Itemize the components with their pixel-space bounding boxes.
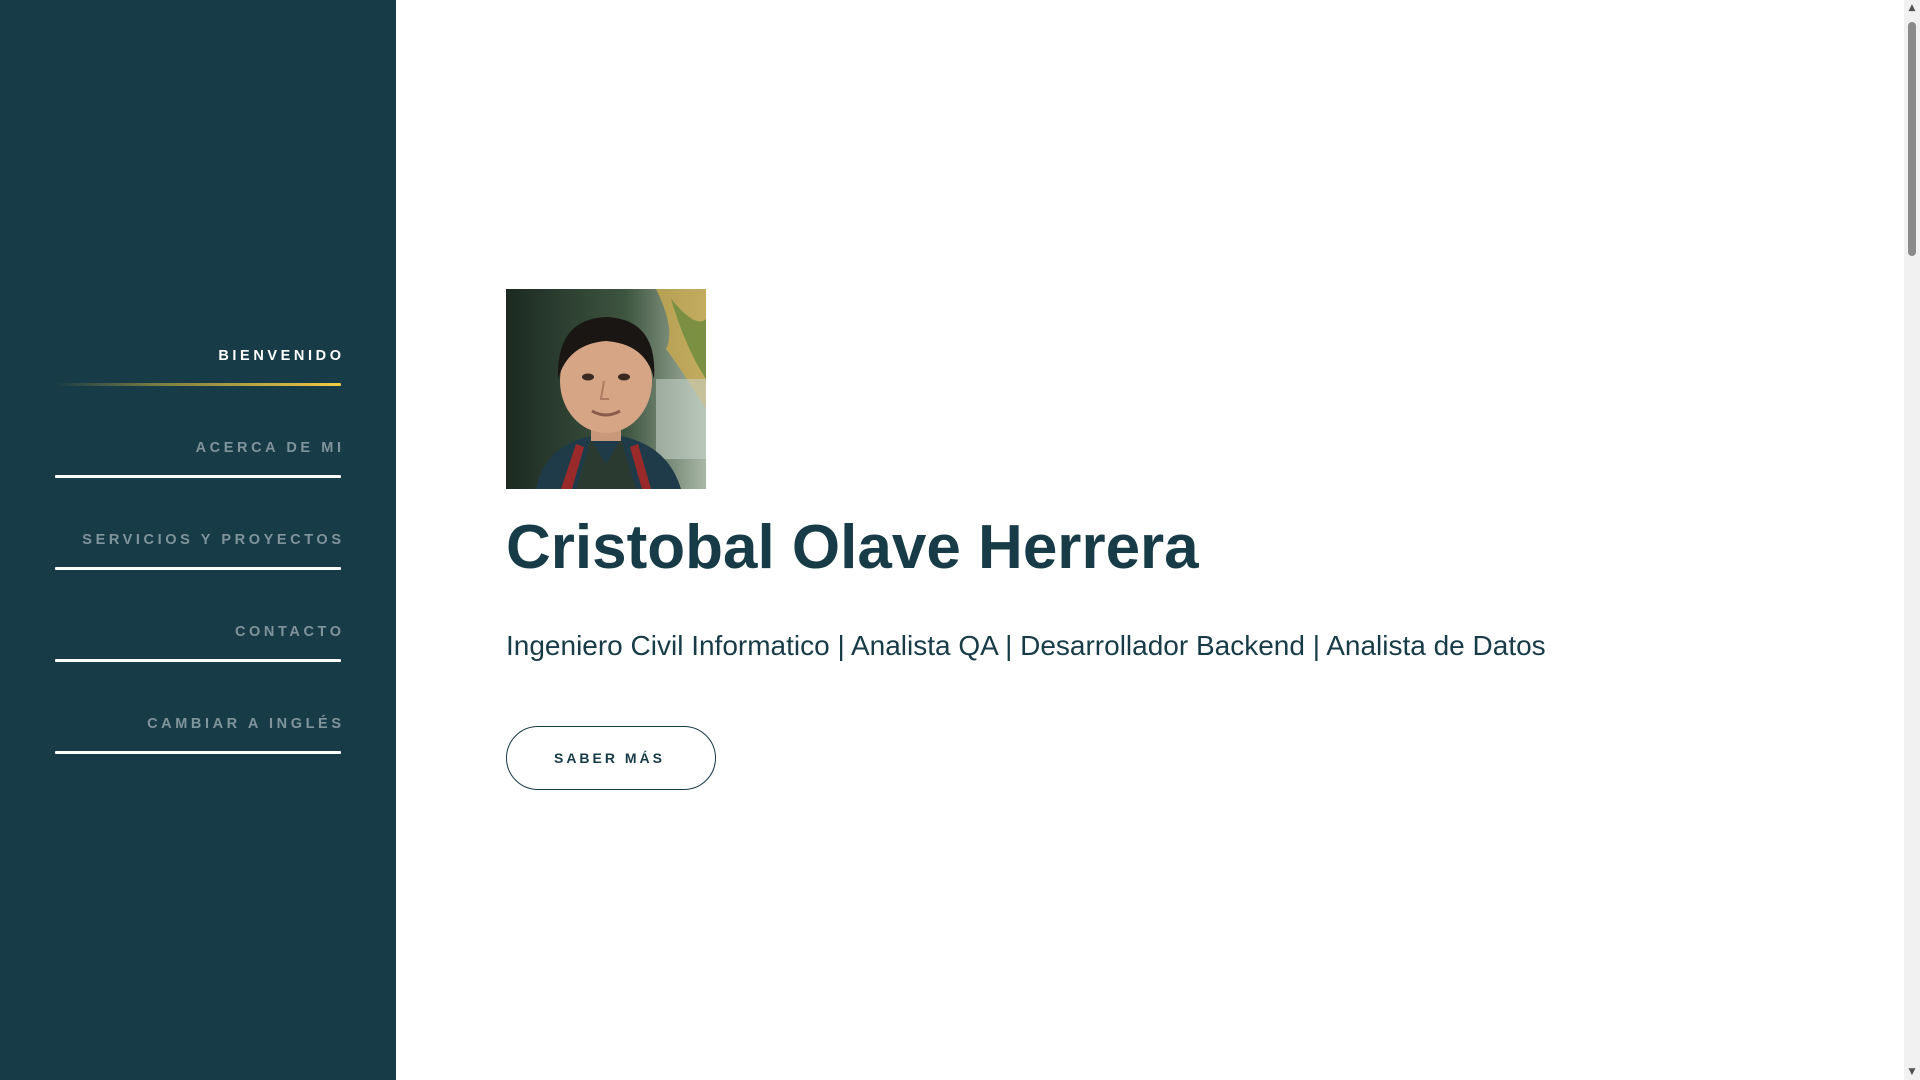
sidebar-item-contacto[interactable]: CONTACTO xyxy=(55,602,341,694)
scroll-down-arrow-icon[interactable]: ▼ xyxy=(1904,1064,1920,1080)
scrollbar-thumb[interactable] xyxy=(1908,22,1916,256)
sidebar-item-label: CAMBIAR A INGLÉS xyxy=(147,716,345,732)
sidebar-item-label: ACERCA DE MI xyxy=(195,440,345,456)
sidebar-item-label: SERVICIOS Y PROYECTOS xyxy=(82,532,345,548)
item-underline xyxy=(55,659,341,662)
sidebar-item-acerca-de-mi[interactable]: ACERCA DE MI xyxy=(55,418,341,510)
sidebar-item-label: CONTACTO xyxy=(234,624,345,640)
scroll-up-arrow-icon[interactable]: ▲ xyxy=(1904,0,1920,16)
vertical-scrollbar[interactable]: ▲ ▼ xyxy=(1904,0,1920,1080)
sidebar-item-label: BIENVENIDO xyxy=(218,348,345,364)
sidebar-nav: BIENVENIDO ACERCA DE MI SERVICIOS Y PROY… xyxy=(55,326,341,786)
sidebar-item-cambiar-idioma[interactable]: CAMBIAR A INGLÉS xyxy=(55,694,341,786)
sidebar-item-servicios-y-proyectos[interactable]: SERVICIOS Y PROYECTOS xyxy=(55,510,341,602)
professional-tagline: Ingeniero Civil Informatico | Analista Q… xyxy=(506,630,1546,661)
main-content: Cristobal Olave Herrera Ingeniero Civil … xyxy=(396,0,1904,1080)
profile-photo-image xyxy=(506,289,706,489)
sidebar: BIENVENIDO ACERCA DE MI SERVICIOS Y PROY… xyxy=(0,0,396,1080)
saber-mas-button[interactable]: SABER MÁS xyxy=(506,726,716,790)
item-underline xyxy=(55,751,341,754)
page-title: Cristobal Olave Herrera xyxy=(506,513,1199,582)
item-underline xyxy=(55,567,341,570)
active-underline xyxy=(55,383,341,386)
profile-photo xyxy=(506,289,706,489)
item-underline xyxy=(55,475,341,478)
sidebar-item-bienvenido[interactable]: BIENVENIDO xyxy=(55,326,341,418)
